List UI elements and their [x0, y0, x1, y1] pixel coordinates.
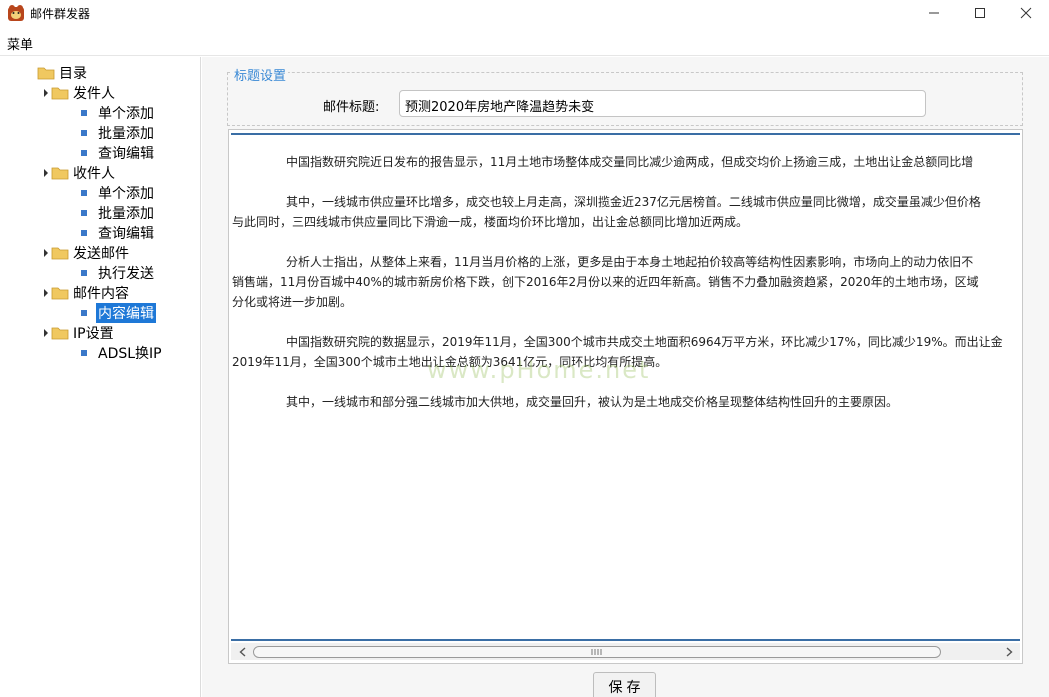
paragraph: 中国指数研究院近日发布的报告显示，11月土地市场整体成交量同比减少逾两成，但成交…: [232, 152, 1020, 172]
text-line: 分析人士指出，从整体上来看，11月当月价格的上涨，更多是由于本身土地起拍价较高等…: [286, 255, 974, 269]
node-bullet-icon: [81, 150, 87, 156]
menu-item[interactable]: 菜单: [7, 34, 33, 53]
tree-item-sender-add-batch[interactable]: 批量添加: [79, 123, 156, 143]
tree-item-label: ADSL换IP: [98, 346, 162, 362]
node-bullet-icon: [81, 270, 87, 276]
folder-icon: [51, 327, 69, 340]
grip-icon: [591, 649, 602, 655]
tree-item-sender-add-single[interactable]: 单个添加: [79, 103, 156, 123]
tree-group-mail-content[interactable]: 邮件内容: [41, 283, 129, 303]
tree-item-recipient-add-single[interactable]: 单个添加: [79, 183, 156, 203]
chevron-left-icon: [238, 646, 245, 657]
minimize-icon: [929, 12, 939, 14]
tree-item-label-selected: 内容编辑: [96, 303, 156, 323]
minimize-button[interactable]: [911, 0, 957, 26]
tree-root-label: 目录: [59, 66, 87, 82]
content-text-area[interactable]: 中国指数研究院近日发布的报告显示，11月土地市场整体成交量同比减少逾两成，但成交…: [232, 152, 1020, 637]
folder-icon: [51, 87, 69, 100]
node-bullet-icon: [81, 210, 87, 216]
maximize-button[interactable]: [957, 0, 1003, 26]
expand-arrow-icon[interactable]: [41, 169, 51, 177]
subject-settings-group: 标题设置 邮件标题: 预测2020年房地产降温趋势未变: [227, 65, 1023, 126]
sidebar-tree: 目录 发件人 单个添加 批量添加 查询编辑 收件人 单个添加 批量添加 查询编辑…: [0, 57, 201, 697]
text-line: 销售端，11月份百城中40%的城市新房价格下跌，创下2016年2月份以来的近四年…: [232, 275, 979, 289]
group-title: 标题设置: [232, 65, 289, 84]
tree-group-label: 邮件内容: [73, 286, 129, 302]
tree-item-label: 批量添加: [98, 206, 154, 222]
save-button[interactable]: 保存: [593, 672, 656, 697]
paragraph: 其中，一线城市和部分强二线城市加大供地，成交量回升，被认为是土地成交价格呈现整体…: [232, 392, 1020, 412]
folder-icon: [51, 167, 69, 180]
watermark-text: www.pHome.net: [427, 356, 651, 384]
expand-arrow-icon[interactable]: [41, 249, 51, 257]
text-line: 其中，一线城市和部分强二线城市加大供地，成交量回升，被认为是土地成交价格呈现整体…: [286, 395, 899, 409]
tree-group-ip-settings[interactable]: IP设置: [41, 323, 114, 343]
close-icon: [1020, 7, 1032, 19]
tree-item-label: 批量添加: [98, 126, 154, 142]
close-button[interactable]: [1003, 0, 1049, 26]
tree-item-label: 查询编辑: [98, 226, 154, 242]
main-panel: 标题设置 邮件标题: 预测2020年房地产降温趋势未变 中国指数研究院近日发布的…: [202, 57, 1049, 697]
expand-arrow-icon[interactable]: [41, 289, 51, 297]
expand-arrow-icon[interactable]: [41, 329, 51, 337]
tree-group-label: IP设置: [73, 326, 114, 342]
horizontal-scrollbar[interactable]: [231, 643, 1020, 660]
maximize-icon: [975, 8, 985, 18]
tree-item-label: 查询编辑: [98, 146, 154, 162]
paragraph: 分析人士指出，从整体上来看，11月当月价格的上涨，更多是由于本身土地起拍价较高等…: [232, 252, 1020, 312]
editor-top-rule: [231, 133, 1020, 135]
tree-item-adsl-change-ip[interactable]: ADSL换IP: [79, 343, 164, 363]
tree-group-recipient[interactable]: 收件人: [41, 163, 115, 183]
scroll-left-button[interactable]: [235, 643, 249, 660]
node-bullet-icon: [81, 110, 87, 116]
node-bullet-icon: [81, 130, 87, 136]
text-line: 其中，一线城市供应量环比增多，成交也较上月走高，深圳揽金近237亿元居榜首。二线…: [286, 195, 981, 209]
tree-item-execute-send[interactable]: 执行发送: [79, 263, 156, 283]
folder-icon: [51, 287, 69, 300]
tree-item-label: 执行发送: [98, 266, 154, 282]
node-bullet-icon: [81, 350, 87, 356]
text-line: 与此同时，三四线城市供应量同比下滑逾一成，楼面均价环比增加，出让金总额同比增加近…: [232, 215, 749, 229]
subject-input[interactable]: 预测2020年房地产降温趋势未变: [399, 90, 926, 117]
expand-arrow-icon[interactable]: [41, 89, 51, 97]
scroll-right-button[interactable]: [1002, 643, 1016, 660]
content-editor[interactable]: 中国指数研究院近日发布的报告显示，11月土地市场整体成交量同比减少逾两成，但成交…: [228, 129, 1023, 664]
chevron-right-icon: [1006, 646, 1013, 657]
tree-item-recipient-query-edit[interactable]: 查询编辑: [79, 223, 156, 243]
text-line: 中国指数研究院近日发布的报告显示，11月土地市场整体成交量同比减少逾两成，但成交…: [286, 155, 974, 169]
title-bar: 邮件群发器: [0, 0, 1049, 26]
tree-group-label: 发送邮件: [73, 246, 129, 262]
text-line: 分化或将进一步加剧。: [232, 295, 353, 309]
folder-icon: [37, 67, 55, 80]
tree-group-label: 收件人: [73, 166, 115, 182]
folder-icon: [51, 247, 69, 260]
menu-bar: 菜单: [0, 28, 1049, 56]
paragraph: 其中，一线城市供应量环比增多，成交也较上月走高，深圳揽金近237亿元居榜首。二线…: [232, 192, 1020, 232]
node-bullet-icon: [81, 310, 87, 316]
text-line: 中国指数研究院的数据显示，2019年11月，全国300个城市共成交土地面积696…: [286, 335, 1003, 349]
tree-item-content-edit[interactable]: 内容编辑: [79, 303, 156, 323]
window-title: 邮件群发器: [30, 7, 91, 21]
tree-group-send-mail[interactable]: 发送邮件: [41, 243, 129, 263]
tree-item-label: 单个添加: [98, 186, 154, 202]
tree-item-sender-query-edit[interactable]: 查询编辑: [79, 143, 156, 163]
node-bullet-icon: [81, 190, 87, 196]
scroll-thumb[interactable]: [253, 646, 941, 658]
node-bullet-icon: [81, 230, 87, 236]
tree-group-label: 发件人: [73, 86, 115, 102]
tree-item-recipient-add-batch[interactable]: 批量添加: [79, 203, 156, 223]
tree-group-sender[interactable]: 发件人: [41, 83, 115, 103]
editor-bottom-rule: [231, 639, 1020, 641]
tree-root[interactable]: 目录: [37, 63, 87, 83]
tree-item-label: 单个添加: [98, 106, 154, 122]
app-logo-icon: [8, 5, 24, 21]
subject-label: 邮件标题:: [323, 100, 380, 115]
